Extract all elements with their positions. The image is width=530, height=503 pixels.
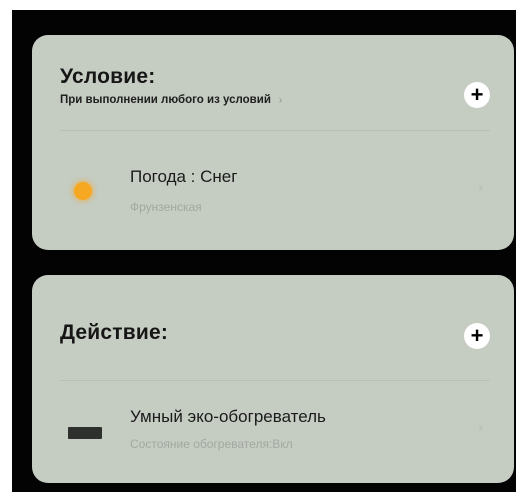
condition-item-location: Фрунзенская xyxy=(130,200,202,214)
action-card: Действие: + Умный эко-обогреватель Состо… xyxy=(32,275,514,483)
sun-icon xyxy=(74,182,92,200)
chevron-right-icon: › xyxy=(478,179,484,196)
action-item-title: Умный эко-обогреватель xyxy=(130,407,326,426)
condition-mode-selector[interactable]: При выполнении любого из условий › xyxy=(60,94,282,106)
action-item-heater[interactable]: Умный эко-обогреватель Состояние обогрев… xyxy=(32,395,514,455)
divider xyxy=(60,130,490,131)
condition-item-title: Погода : Снег xyxy=(130,167,238,186)
action-item-state: Состояние обогревателя:Вкл xyxy=(130,437,293,451)
chevron-right-icon: › xyxy=(278,95,283,106)
condition-mode-label: При выполнении любого из условий xyxy=(60,94,271,106)
divider xyxy=(60,380,490,381)
add-action-button[interactable]: + xyxy=(464,323,490,349)
scene-frame: Условие: При выполнении любого из услови… xyxy=(12,10,516,492)
condition-title: Условие: xyxy=(60,65,156,88)
heater-icon xyxy=(68,427,102,439)
action-title: Действие: xyxy=(60,321,169,344)
condition-card: Условие: При выполнении любого из услови… xyxy=(32,35,514,250)
condition-item-weather[interactable]: Погода : Снег Фрунзенская › xyxy=(32,155,514,215)
add-condition-button[interactable]: + xyxy=(464,82,490,108)
chevron-right-icon: › xyxy=(478,419,484,436)
